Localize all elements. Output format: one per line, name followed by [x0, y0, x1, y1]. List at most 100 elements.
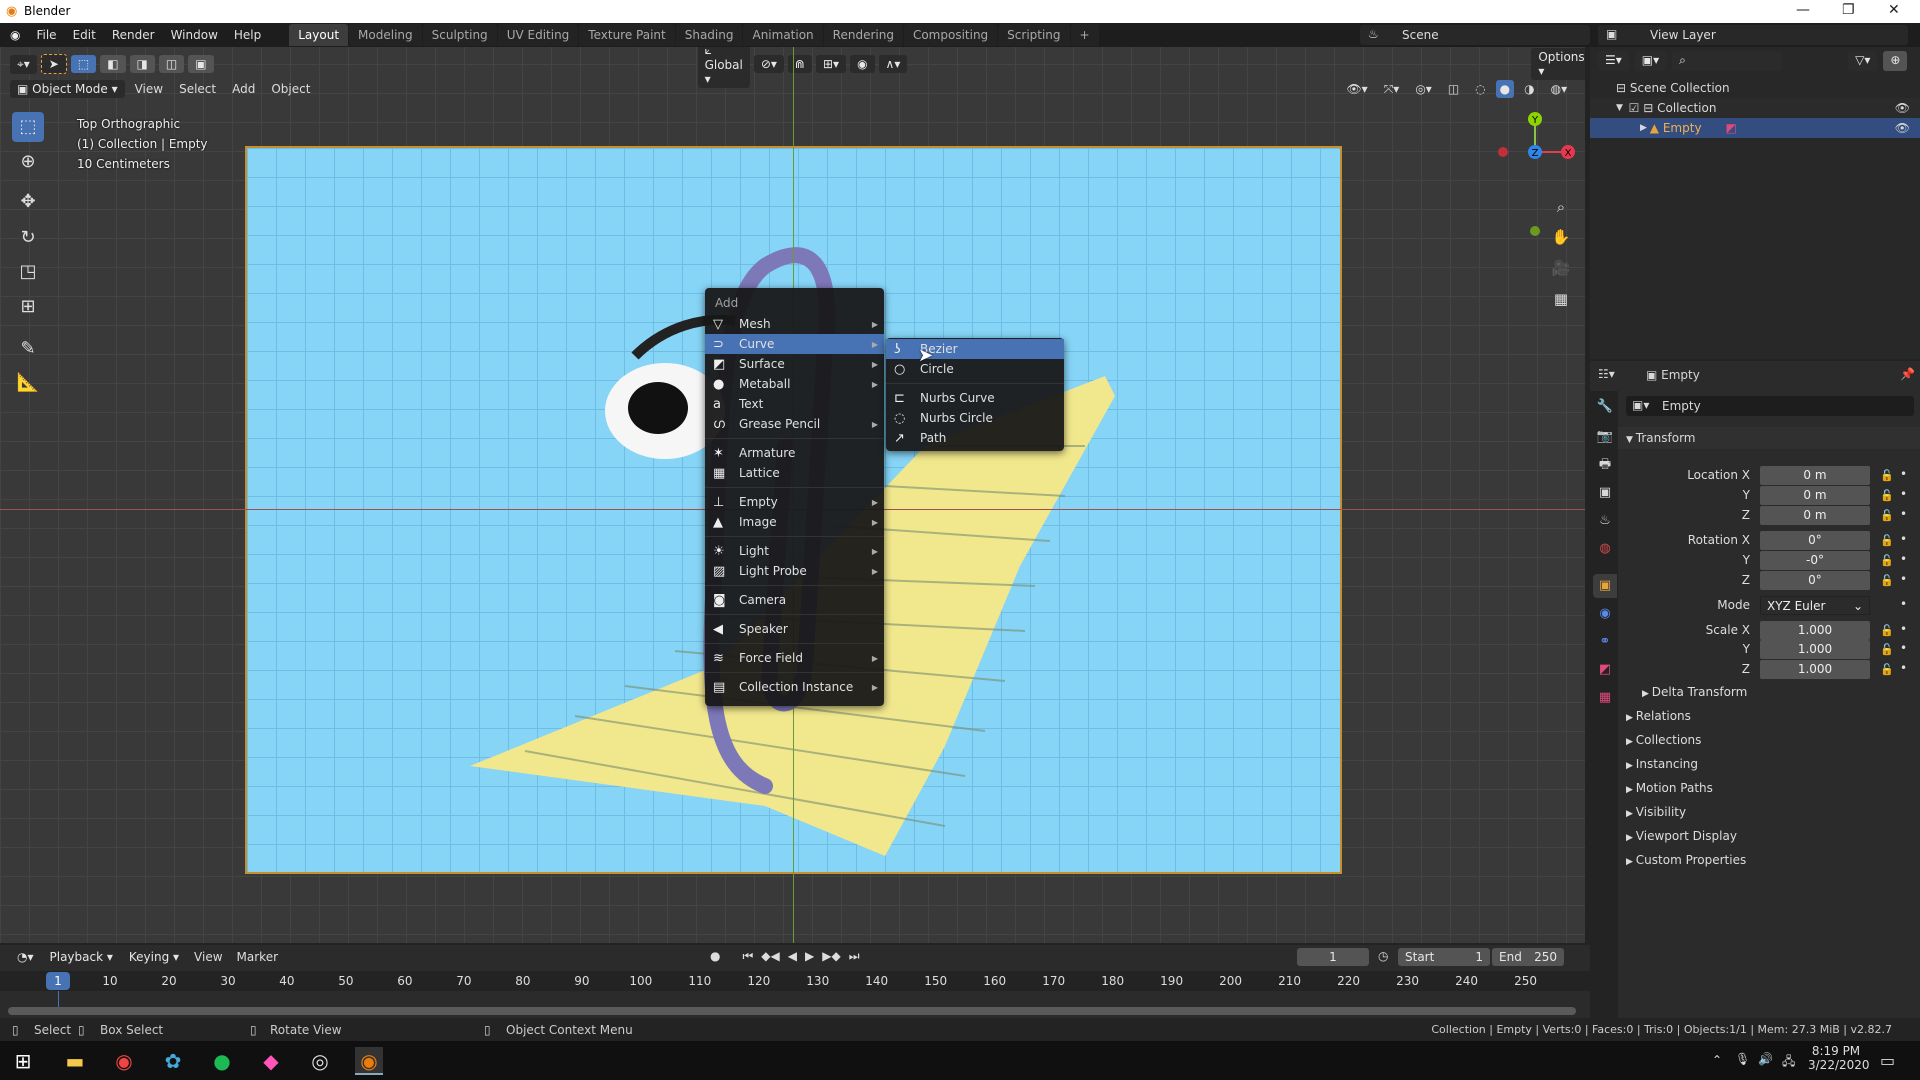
select-mode-invert-icon[interactable]: ◫	[158, 55, 185, 73]
outliner-search-input[interactable]: ⌕	[1672, 51, 1783, 71]
pan-hand-icon[interactable]: ✋	[1548, 224, 1574, 250]
add-workspace-button[interactable]: +	[1070, 24, 1099, 46]
visibility-eye-icon[interactable]: 👁	[1895, 121, 1910, 135]
panel-custom-properties[interactable]: ▶ Custom Properties	[1626, 853, 1920, 867]
lock-icon[interactable]: 🔓	[1880, 554, 1894, 567]
rotation-x-field[interactable]: 0°	[1760, 531, 1870, 550]
close-button[interactable]: ✕	[1888, 2, 1900, 18]
menu-help[interactable]: Help	[226, 28, 269, 42]
select-mode-extend-icon[interactable]: ◧	[100, 55, 126, 73]
start-frame-field[interactable]: Start 1	[1398, 948, 1490, 966]
add-menu-item-light-probe[interactable]: ▨ Light Probe ▶	[705, 561, 884, 581]
windows-start-icon[interactable]: ⊞	[9, 1047, 37, 1075]
jump-keyframe-forward-icon[interactable]: ▶◆	[822, 949, 840, 964]
tray-chevron-icon[interactable]: ⌃	[1712, 1053, 1722, 1067]
volume-icon[interactable]: 🔊	[1758, 1052, 1773, 1066]
app-icon[interactable]: ◆	[257, 1047, 285, 1075]
microphone-icon[interactable]: 🎙	[1735, 1052, 1750, 1066]
clock[interactable]: 8:19 PM 3/22/2020	[1808, 1044, 1870, 1072]
select-tool-icon[interactable]: ➤	[40, 54, 67, 74]
expand-arrow-icon[interactable]: ▼	[1616, 103, 1629, 113]
maximize-button[interactable]: ❐	[1842, 2, 1855, 18]
frame-ruler[interactable]: 1 10 20 30 40 50 60 70 80 90 100 110 120 130 140 150 16…	[0, 971, 1590, 991]
shading-material-icon[interactable]: ◑	[1518, 80, 1540, 98]
select-mode-new-icon[interactable]: ⬚	[70, 55, 97, 73]
snap-icon[interactable]: ⋒	[787, 55, 812, 73]
add-menu-item-armature[interactable]: ✶ Armature	[705, 443, 884, 463]
view-layer-selector[interactable]: ▣ View Layer	[1598, 25, 1908, 45]
panel-collections[interactable]: ▶ Collections	[1626, 733, 1920, 747]
zoom-icon[interactable]: ⌕	[1548, 194, 1574, 220]
exclude-checkbox[interactable]: ☑	[1629, 101, 1644, 115]
curve-item-nurbs-curve[interactable]: ⊏ Nurbs Curve	[886, 388, 1064, 408]
scale-x-field[interactable]: 1.000	[1760, 621, 1870, 640]
viewport-menu-select[interactable]: Select	[173, 80, 222, 98]
playback-menu[interactable]: Playback ▾	[42, 948, 120, 966]
falloff-dropdown[interactable]: ∧▾	[878, 55, 908, 73]
annotate-tool[interactable]: ✎	[12, 334, 44, 364]
timeline-editor-type-icon[interactable]: ◔▾	[10, 948, 41, 966]
keyframe-dot-icon[interactable]: •	[1900, 641, 1907, 655]
scale-z-field[interactable]: 1.000	[1760, 660, 1870, 679]
play-reverse-icon[interactable]: ◀	[788, 949, 797, 964]
lock-icon[interactable]: 🔓	[1880, 663, 1894, 676]
pivot-dropdown[interactable]: ⊘▾	[753, 55, 784, 73]
jump-keyframe-back-icon[interactable]: ◆◀	[761, 949, 779, 964]
add-menu-item-surface[interactable]: ◩ Surface ▶	[705, 354, 884, 374]
lock-icon[interactable]: 🔓	[1880, 624, 1894, 637]
timeline-view-menu[interactable]: View	[188, 948, 228, 966]
new-collection-icon[interactable]: ⊕	[1883, 51, 1908, 71]
pin-icon[interactable]: 📌	[1900, 367, 1915, 381]
tab-layout[interactable]: Layout	[289, 24, 349, 46]
keyframe-dot-icon[interactable]: •	[1900, 572, 1907, 586]
add-menu-item-camera[interactable]: ◙ Camera	[705, 590, 884, 610]
blender-taskbar-icon[interactable]: ◉	[355, 1047, 383, 1075]
cursor-tool[interactable]: ⊕	[12, 147, 44, 177]
tab-compositing[interactable]: Compositing	[903, 24, 998, 46]
rotation-z-field[interactable]: 0°	[1760, 571, 1870, 590]
add-menu-item-light[interactable]: ☀ Light ▶	[705, 541, 884, 561]
add-menu-item-image[interactable]: ▲ Image ▶	[705, 512, 884, 532]
location-z-field[interactable]: 0 m	[1760, 506, 1870, 525]
keyframe-dot-icon[interactable]: •	[1900, 622, 1907, 636]
file-explorer-icon[interactable]: ▬	[61, 1047, 89, 1075]
current-frame-field[interactable]: 1	[1297, 948, 1369, 966]
menu-render[interactable]: Render	[104, 28, 163, 42]
panel-relations[interactable]: ▶ Relations	[1626, 709, 1920, 723]
keyframe-dot-icon[interactable]: •	[1900, 532, 1907, 546]
add-menu-item-force-field[interactable]: ≋ Force Field ▶	[705, 648, 884, 668]
blender-menu-icon[interactable]: ◉	[0, 28, 28, 42]
playhead[interactable]: 1	[46, 972, 70, 990]
lock-icon[interactable]: 🔓	[1880, 574, 1894, 587]
lock-icon[interactable]: 🔓	[1880, 643, 1894, 656]
editor-type-icon[interactable]: ⌖▾	[10, 54, 37, 74]
panel-motion-paths[interactable]: ▶ Motion Paths	[1626, 781, 1920, 795]
tab-rendering[interactable]: Rendering	[823, 24, 903, 46]
rotation-y-field[interactable]: -0°	[1760, 551, 1870, 570]
add-menu-item-mesh[interactable]: ▽ Mesh ▶	[705, 314, 884, 334]
ortho-grid-icon[interactable]: ▦	[1548, 286, 1574, 312]
network-icon[interactable]: 🖧	[1782, 1052, 1795, 1073]
spotify-icon[interactable]: ●	[208, 1047, 236, 1075]
jump-start-icon[interactable]: ⏮	[742, 949, 753, 964]
tab-shading[interactable]: Shading	[675, 24, 743, 46]
keyframe-dot-icon[interactable]: •	[1900, 507, 1907, 521]
menu-edit[interactable]: Edit	[65, 28, 104, 42]
add-menu-item-collection-instance[interactable]: ▤ Collection Instance ▶	[705, 677, 884, 697]
lock-icon[interactable]: 🔓	[1880, 509, 1894, 522]
add-menu-item-metaball[interactable]: ● Metaball ▶	[705, 374, 884, 394]
keyframe-dot-icon[interactable]: •	[1900, 552, 1907, 566]
tool-tab-icon[interactable]: 🔧	[1593, 395, 1617, 419]
location-y-field[interactable]: 0 m	[1760, 486, 1870, 505]
xray-icon[interactable]: ◫	[1442, 80, 1465, 98]
mode-dropdown[interactable]: ▣ Object Mode ▾	[10, 80, 125, 98]
shading-rendered-icon[interactable]: ◍▾	[1545, 80, 1574, 98]
add-menu-item-lattice[interactable]: ▦ Lattice	[705, 463, 884, 483]
menu-file[interactable]: File	[28, 28, 64, 42]
add-menu-item-grease-pencil[interactable]: ഗ Grease Pencil ▶	[705, 414, 884, 434]
properties-editor-type-icon[interactable]: ☷▾	[1598, 367, 1615, 381]
viewport-menu-add[interactable]: Add	[226, 80, 261, 98]
shading-wireframe-icon[interactable]: ◌	[1469, 80, 1491, 98]
panel-visibility[interactable]: ▶ Visibility	[1626, 805, 1920, 819]
panel-instancing[interactable]: ▶ Instancing	[1626, 757, 1920, 771]
